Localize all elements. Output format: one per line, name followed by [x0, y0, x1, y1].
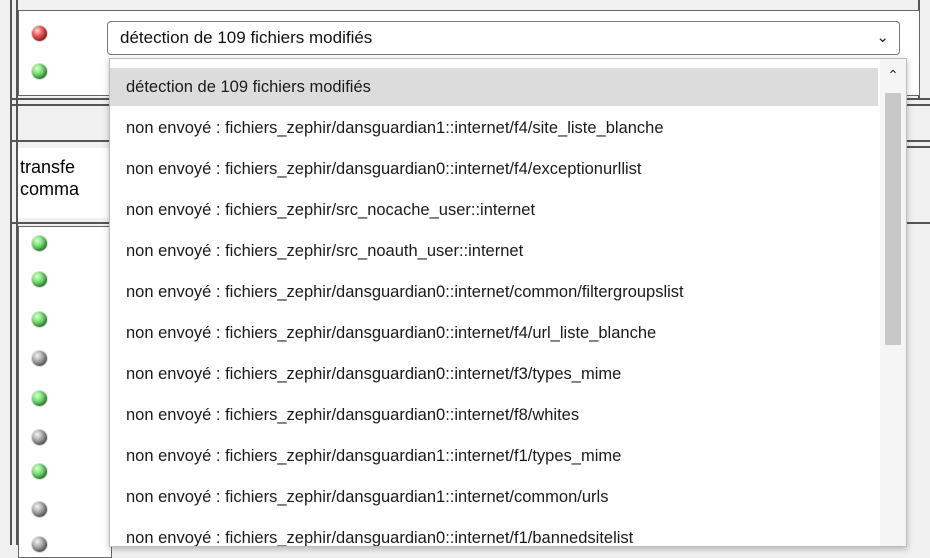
right-divider — [905, 98, 930, 100]
status-select[interactable]: détection de 109 fichiers modifiés ⌄ — [107, 21, 900, 55]
dropdown-option[interactable]: non envoyé : fichiers_zephir/dansguardia… — [110, 150, 878, 188]
status-light — [32, 272, 47, 287]
top-divider — [10, 98, 110, 100]
dropdown-scrollbar[interactable]: ⌃ — [880, 59, 906, 546]
dropdown-option[interactable]: non envoyé : fichiers_zephir/dansguardia… — [110, 355, 878, 393]
dropdown-option[interactable]: non envoyé : fichiers_zephir/src_nocache… — [110, 191, 878, 229]
right-divider-3 — [905, 140, 930, 142]
top-divider-2 — [10, 104, 110, 106]
status-light — [32, 236, 47, 251]
mid-divider-2 — [10, 222, 110, 224]
dropdown-option[interactable]: non envoyé : fichiers_zephir/dansguardia… — [110, 109, 878, 147]
dropdown-option[interactable]: non envoyé : fichiers_zephir/dansguardia… — [110, 437, 878, 475]
chevron-up-icon[interactable]: ⌃ — [880, 59, 906, 91]
chevron-down-icon: ⌄ — [876, 29, 889, 46]
side-label-line1: transfe — [20, 157, 76, 177]
dropdown-option[interactable]: non envoyé : fichiers_zephir/dansguardia… — [110, 273, 878, 311]
status-light-red — [32, 26, 47, 41]
dropdown-option[interactable]: non envoyé : fichiers_zephir/dansguardia… — [110, 396, 878, 434]
status-light-green — [32, 64, 47, 79]
right-divider-5 — [905, 222, 930, 224]
dropdown-option[interactable]: non envoyé : fichiers_zephir/src_noauth_… — [110, 232, 878, 270]
left-frame-line — [10, 0, 12, 545]
status-light — [32, 351, 47, 366]
dropdown-option[interactable]: non envoyé : fichiers_zephir/dansguardia… — [110, 314, 878, 352]
right-divider-4 — [905, 146, 930, 148]
dropdown-option[interactable]: détection de 109 fichiers modifiés — [110, 68, 878, 106]
dropdown-option[interactable]: non envoyé : fichiers_zephir/dansguardia… — [110, 478, 878, 516]
status-light — [32, 430, 47, 445]
status-light — [32, 502, 47, 517]
scrollbar-thumb[interactable] — [885, 93, 901, 345]
side-label-line2: comma — [20, 179, 80, 199]
right-divider-2 — [905, 104, 930, 106]
status-light — [32, 391, 47, 406]
mid-divider — [10, 140, 110, 142]
select-value: détection de 109 fichiers modifiés — [120, 28, 373, 47]
status-light — [32, 312, 47, 327]
dropdown-option[interactable]: non envoyé : fichiers_zephir/dansguardia… — [110, 519, 878, 546]
status-light — [32, 464, 47, 479]
select-dropdown-list[interactable]: détection de 109 fichiers modifiés non e… — [109, 58, 907, 547]
